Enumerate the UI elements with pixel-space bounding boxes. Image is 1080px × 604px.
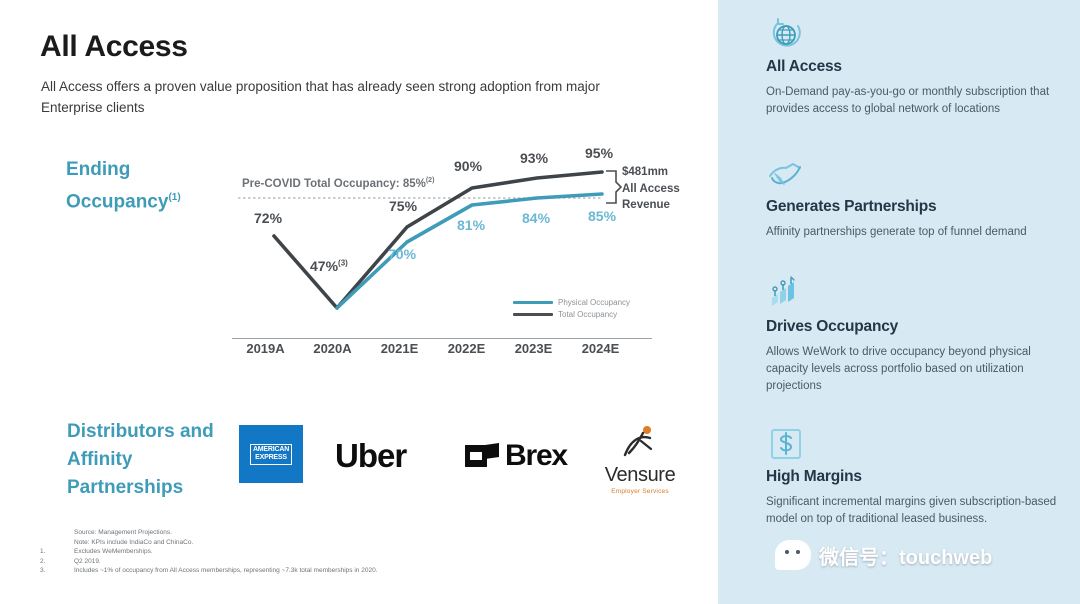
feature-high-margins-body: Significant incremental margins given su… <box>766 496 1057 525</box>
legend-swatch-total <box>513 313 553 316</box>
feature-generates-partnerships-title: Generates Partnerships <box>766 198 937 215</box>
brex-mark-icon <box>465 443 499 469</box>
data-label-total-2023: 93% <box>520 150 549 166</box>
vensure-logo-tagline: Employer Services <box>611 488 669 495</box>
chart-x-axis-labels: 2019A 2020A 2021E 2022E 2023E 2024E <box>232 341 672 356</box>
feature-drives-occupancy: Drives Occupancy Allows WeWork to drive … <box>766 274 1058 395</box>
american-express-logo-text: AMERICAN EXPRESS <box>249 443 293 465</box>
footnote-2-text: Q2 2019. <box>74 557 101 565</box>
slide-canvas: All Access All Access offers a proven va… <box>0 0 1080 604</box>
chart-axis-title: Ending Occupancy(1) <box>66 156 236 216</box>
x-tick-2020a: 2020A <box>313 341 352 356</box>
precovid-annotation-text: Pre-COVID Total Occupancy: 85% <box>242 177 426 190</box>
footnote-3-num: 3. <box>40 567 46 574</box>
left-content-panel: All Access All Access offers a proven va… <box>0 0 718 604</box>
data-label-total-2020-superscript: (3) <box>338 258 348 268</box>
x-tick-2022e: 2022E <box>447 341 486 356</box>
feature-drives-occupancy-body: Allows WeWork to drive occupancy beyond … <box>766 346 1031 392</box>
footnote-note-num <box>40 538 74 548</box>
chart-axis-title-superscript: (1) <box>168 192 181 203</box>
brex-logo-text: Brex <box>505 439 568 472</box>
data-label-total-2019: 72% <box>254 210 283 226</box>
revenue-callout: $481mm All Access Revenue <box>622 164 680 214</box>
feature-generates-partnerships-body: Affinity partnerships generate top of fu… <box>766 226 1027 238</box>
data-label-total-2021: 75% <box>389 198 418 214</box>
partner-logos: AMERICAN EXPRESS Uber Brex Vensure Emplo… <box>230 415 700 495</box>
feature-all-access: All Access On-Demand pay-as-you-go or mo… <box>766 14 1058 118</box>
feature-all-access-title: All Access <box>766 58 842 75</box>
footnote-1-num: 1. <box>40 548 46 555</box>
vensure-logo-text: Vensure <box>604 464 676 486</box>
uber-logo: Uber <box>335 437 407 474</box>
data-label-total-2020-value: 47 <box>310 258 326 274</box>
globe-refresh-icon <box>766 14 1058 54</box>
chart-legend: Physical Occupancy Total Occupancy <box>513 298 630 322</box>
chart-x-axis-line <box>232 338 652 339</box>
feature-generates-partnerships: Generates Partnerships Affinity partners… <box>766 154 1058 241</box>
feature-drives-occupancy-title: Drives Occupancy <box>766 318 899 335</box>
x-tick-2019a: 2019A <box>246 341 285 356</box>
footnote-1-text: Excludes WeMemberships. <box>74 548 153 555</box>
footnote-note: Note: KPIs include IndiaCo and ChinaCo. <box>40 538 378 548</box>
amex-line-1: AMERICAN <box>252 445 290 453</box>
legend-label-physical: Physical Occupancy <box>558 298 631 307</box>
legend-label-total: Total Occupancy <box>558 310 618 319</box>
feature-high-margins: High Margins Significant incremental mar… <box>766 424 1058 528</box>
series-physical-occupancy-line <box>335 192 604 310</box>
revenue-callout-line-1: $481mm <box>622 166 669 178</box>
data-label-total-2020: 47%(3) <box>310 258 348 274</box>
x-tick-2023e: 2023E <box>514 341 553 356</box>
revenue-callout-line-2: All Access <box>622 182 680 195</box>
data-label-physical-2021: 70% <box>388 246 417 262</box>
series-total-occupancy-line <box>272 170 604 310</box>
legend-swatch-physical <box>513 301 553 304</box>
vensure-mark-icon <box>617 426 663 465</box>
data-label-total-2024: 95% <box>585 145 614 161</box>
page-subtitle: All Access offers a proven value proposi… <box>41 79 600 115</box>
footnote-source: Source: Management Projections. <box>40 528 378 538</box>
american-express-logo: AMERICAN EXPRESS <box>239 425 303 483</box>
amex-line-2: EXPRESS <box>255 454 287 461</box>
legend-item-physical-occupancy: Physical Occupancy <box>513 298 630 307</box>
chart-axis-title-text: Ending Occupancy <box>66 159 169 213</box>
footnote-1: 1. Excludes WeMemberships. <box>40 547 378 557</box>
precovid-annotation-superscript: (2) <box>425 177 435 184</box>
feature-all-access-body: On-Demand pay-as-you-go or monthly subsc… <box>766 86 1050 115</box>
partners-section-title: Distributors and Affinity Partnerships <box>67 421 214 498</box>
legend-item-total-occupancy: Total Occupancy <box>513 310 630 319</box>
footnote-source-text: Source: Management Projections. <box>74 529 172 536</box>
occupancy-line-chart: Pre-COVID Total Occupancy: 85%(2) 72% 47… <box>232 145 692 365</box>
page-title: All Access <box>40 30 188 63</box>
precovid-annotation: Pre-COVID Total Occupancy: 85%(2) <box>242 177 434 190</box>
data-label-total-2022: 90% <box>454 158 483 174</box>
x-tick-2024e: 2024E <box>581 341 620 356</box>
footnote-3: 3. Includes ~1% of occupancy from All Ac… <box>40 566 378 576</box>
footnotes: Source: Management Projections. Note: KP… <box>40 528 378 576</box>
brex-logo: Brex <box>465 439 568 473</box>
data-label-physical-2023: 84% <box>522 210 551 226</box>
dollar-square-icon <box>766 424 1058 464</box>
features-sidebar: All Access On-Demand pay-as-you-go or mo… <box>718 0 1080 604</box>
footnote-2: 2. Q2 2019. <box>40 557 378 567</box>
revenue-bracket <box>606 170 623 204</box>
handshake-icon <box>766 154 1058 194</box>
footnote-3-text: Includes ~1% of occupancy from All Acces… <box>74 567 378 574</box>
x-tick-2021e: 2021E <box>380 341 419 356</box>
data-label-physical-2022: 81% <box>457 217 486 233</box>
feature-high-margins-title: High Margins <box>766 468 862 485</box>
vensure-logo: Vensure Employer Services <box>590 425 690 495</box>
growth-chart-icon <box>766 274 1058 314</box>
footnote-note-text: Note: KPIs include IndiaCo and ChinaCo. <box>74 538 194 546</box>
data-label-physical-2024: 85% <box>588 208 617 224</box>
footnote-2-num: 2. <box>40 557 46 565</box>
revenue-callout-line-3: Revenue <box>622 199 670 211</box>
footnote-source-num <box>40 528 74 538</box>
